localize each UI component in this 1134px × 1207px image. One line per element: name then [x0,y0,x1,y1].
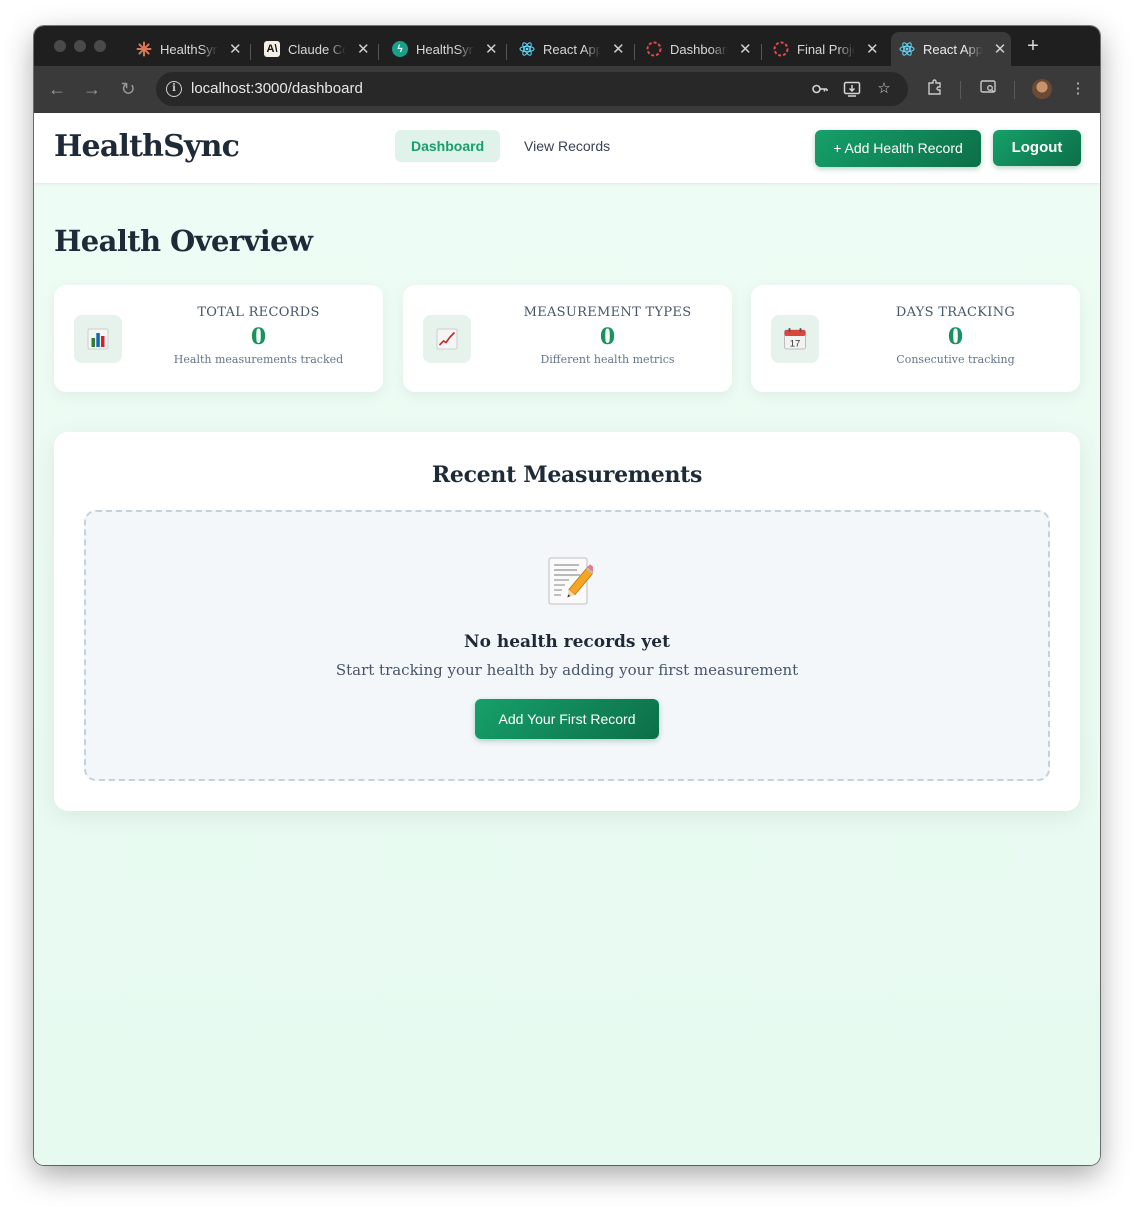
tab-title: HealthSync [416,41,475,57]
tab-react-app[interactable]: React App ✕ [511,32,627,66]
bolt-icon: ϟ [392,41,408,57]
memo-pencil-icon [547,556,597,606]
password-key-icon[interactable] [810,79,830,99]
tab-close-icon[interactable]: ✕ [226,40,244,58]
tab-separator [506,44,507,60]
add-first-record-button[interactable]: Add Your First Record [475,699,659,739]
stat-value: 0 [947,324,964,350]
reload-icon[interactable]: ↻ [117,78,139,100]
empty-state-description: Start tracking your health by adding you… [335,661,799,679]
stat-text: MEASUREMENT TYPES 0 Different health met… [483,305,732,366]
stat-card-measurement-types: MEASUREMENT TYPES 0 Different health met… [403,285,732,392]
toolbar-separator [960,81,961,99]
empty-state: No health records yet Start tracking you… [84,510,1050,781]
stat-text: TOTAL RECORDS 0 Health measurements trac… [134,305,383,366]
tab-separator [250,44,251,60]
new-tab-button[interactable]: + [1022,36,1044,58]
address-bar[interactable]: i localhost:3000/dashboard ☆ [156,72,908,106]
dashed-circle-icon [646,41,662,57]
dashed-circle-icon [773,41,789,57]
claude-asterisk-icon [136,41,152,57]
forward-arrow-icon[interactable]: → [81,78,103,100]
stat-label: MEASUREMENT TYPES [523,305,692,320]
minimize-window-button[interactable] [74,40,86,52]
app-page: HealthSync Dashboard View Records + Add … [34,113,1100,1165]
empty-state-title: No health records yet [464,632,670,652]
tab-title: React App [543,41,602,57]
calendar-day-number: 17 [790,339,801,350]
page-title: Health Overview [54,224,313,258]
tab-close-icon[interactable]: ✕ [991,40,1009,58]
stat-text: DAYS TRACKING 0 Consecutive tracking [831,305,1080,366]
back-arrow-icon[interactable]: ← [46,78,68,100]
app-header: HealthSync Dashboard View Records + Add … [34,113,1100,183]
anthropic-icon: A\ [264,41,280,57]
tab-healthsync-bolt[interactable]: ϟ HealthSync ✕ [384,32,500,66]
tab-title: HealthSync [160,41,219,57]
tab-react-app-active[interactable]: React App ✕ [891,32,1011,66]
tab-title: Final Project [797,41,855,57]
tab-close-icon[interactable]: ✕ [482,40,500,58]
browser-toolbar: ← → ↻ i localhost:3000/dashboard ☆ ⋮ [34,66,1100,113]
stat-description: Health measurements tracked [173,353,344,366]
tab-strip: HealthSync ✕ A\ Claude Code ✕ ϟ HealthSy… [34,26,1100,66]
maximize-window-button[interactable] [94,40,106,52]
stat-label: TOTAL RECORDS [197,305,320,320]
stat-label: DAYS TRACKING [895,305,1016,320]
install-app-icon[interactable] [842,79,862,99]
tab-separator [761,44,762,60]
stat-description: Consecutive tracking [896,353,1015,366]
react-icon [899,41,915,57]
stat-card-days-tracking: 17 DAYS TRACKING 0 Consecutive tracking [751,285,1080,392]
profile-avatar[interactable] [1032,79,1052,99]
url-text[interactable]: localhost:3000/dashboard [191,80,363,97]
tab-final-project[interactable]: Final Project ✕ [765,32,881,66]
tab-title: React App [923,41,983,57]
recent-measurements-title: Recent Measurements [431,462,703,488]
add-health-record-button[interactable]: + Add Health Record [815,130,981,167]
tab-separator [378,44,379,60]
line-chart-icon [423,315,471,363]
logout-button[interactable]: Logout [993,130,1081,166]
tab-claude-code[interactable]: A\ Claude Code ✕ [256,32,372,66]
stat-card-total-records: TOTAL RECORDS 0 Health measurements trac… [54,285,383,392]
stat-value: 0 [250,324,267,350]
bar-chart-icon [74,315,122,363]
tab-separator [634,44,635,60]
nav-dashboard[interactable]: Dashboard [395,130,501,162]
tab-dashboard[interactable]: Dashboard ✕ [638,32,754,66]
tab-search-icon[interactable] [977,78,999,100]
nav-view-records[interactable]: View Records [508,130,626,162]
tab-close-icon[interactable]: ✕ [863,40,881,58]
calendar-icon: 17 [771,315,819,363]
tab-healthsync-claude[interactable]: HealthSync ✕ [128,32,244,66]
tab-title: Claude Code [288,41,347,57]
tab-close-icon[interactable]: ✕ [354,40,372,58]
site-info-icon[interactable]: i [166,81,182,97]
bookmark-star-icon[interactable]: ☆ [874,79,894,99]
browser-window: HealthSync ✕ A\ Claude Code ✕ ϟ HealthSy… [34,26,1100,1165]
toolbar-separator [1014,81,1015,99]
tab-close-icon[interactable]: ✕ [609,40,627,58]
stat-value: 0 [599,324,616,350]
brand-logo[interactable]: HealthSync [54,129,240,164]
recent-measurements-panel: Recent Measurements No health records ye… [54,432,1080,811]
extensions-puzzle-icon[interactable] [924,78,946,100]
react-icon [519,41,535,57]
tab-title: Dashboard [670,41,729,57]
kebab-menu-icon[interactable]: ⋮ [1067,78,1089,100]
close-window-button[interactable] [54,40,66,52]
tab-close-icon[interactable]: ✕ [736,40,754,58]
stat-description: Different health metrics [540,353,675,366]
